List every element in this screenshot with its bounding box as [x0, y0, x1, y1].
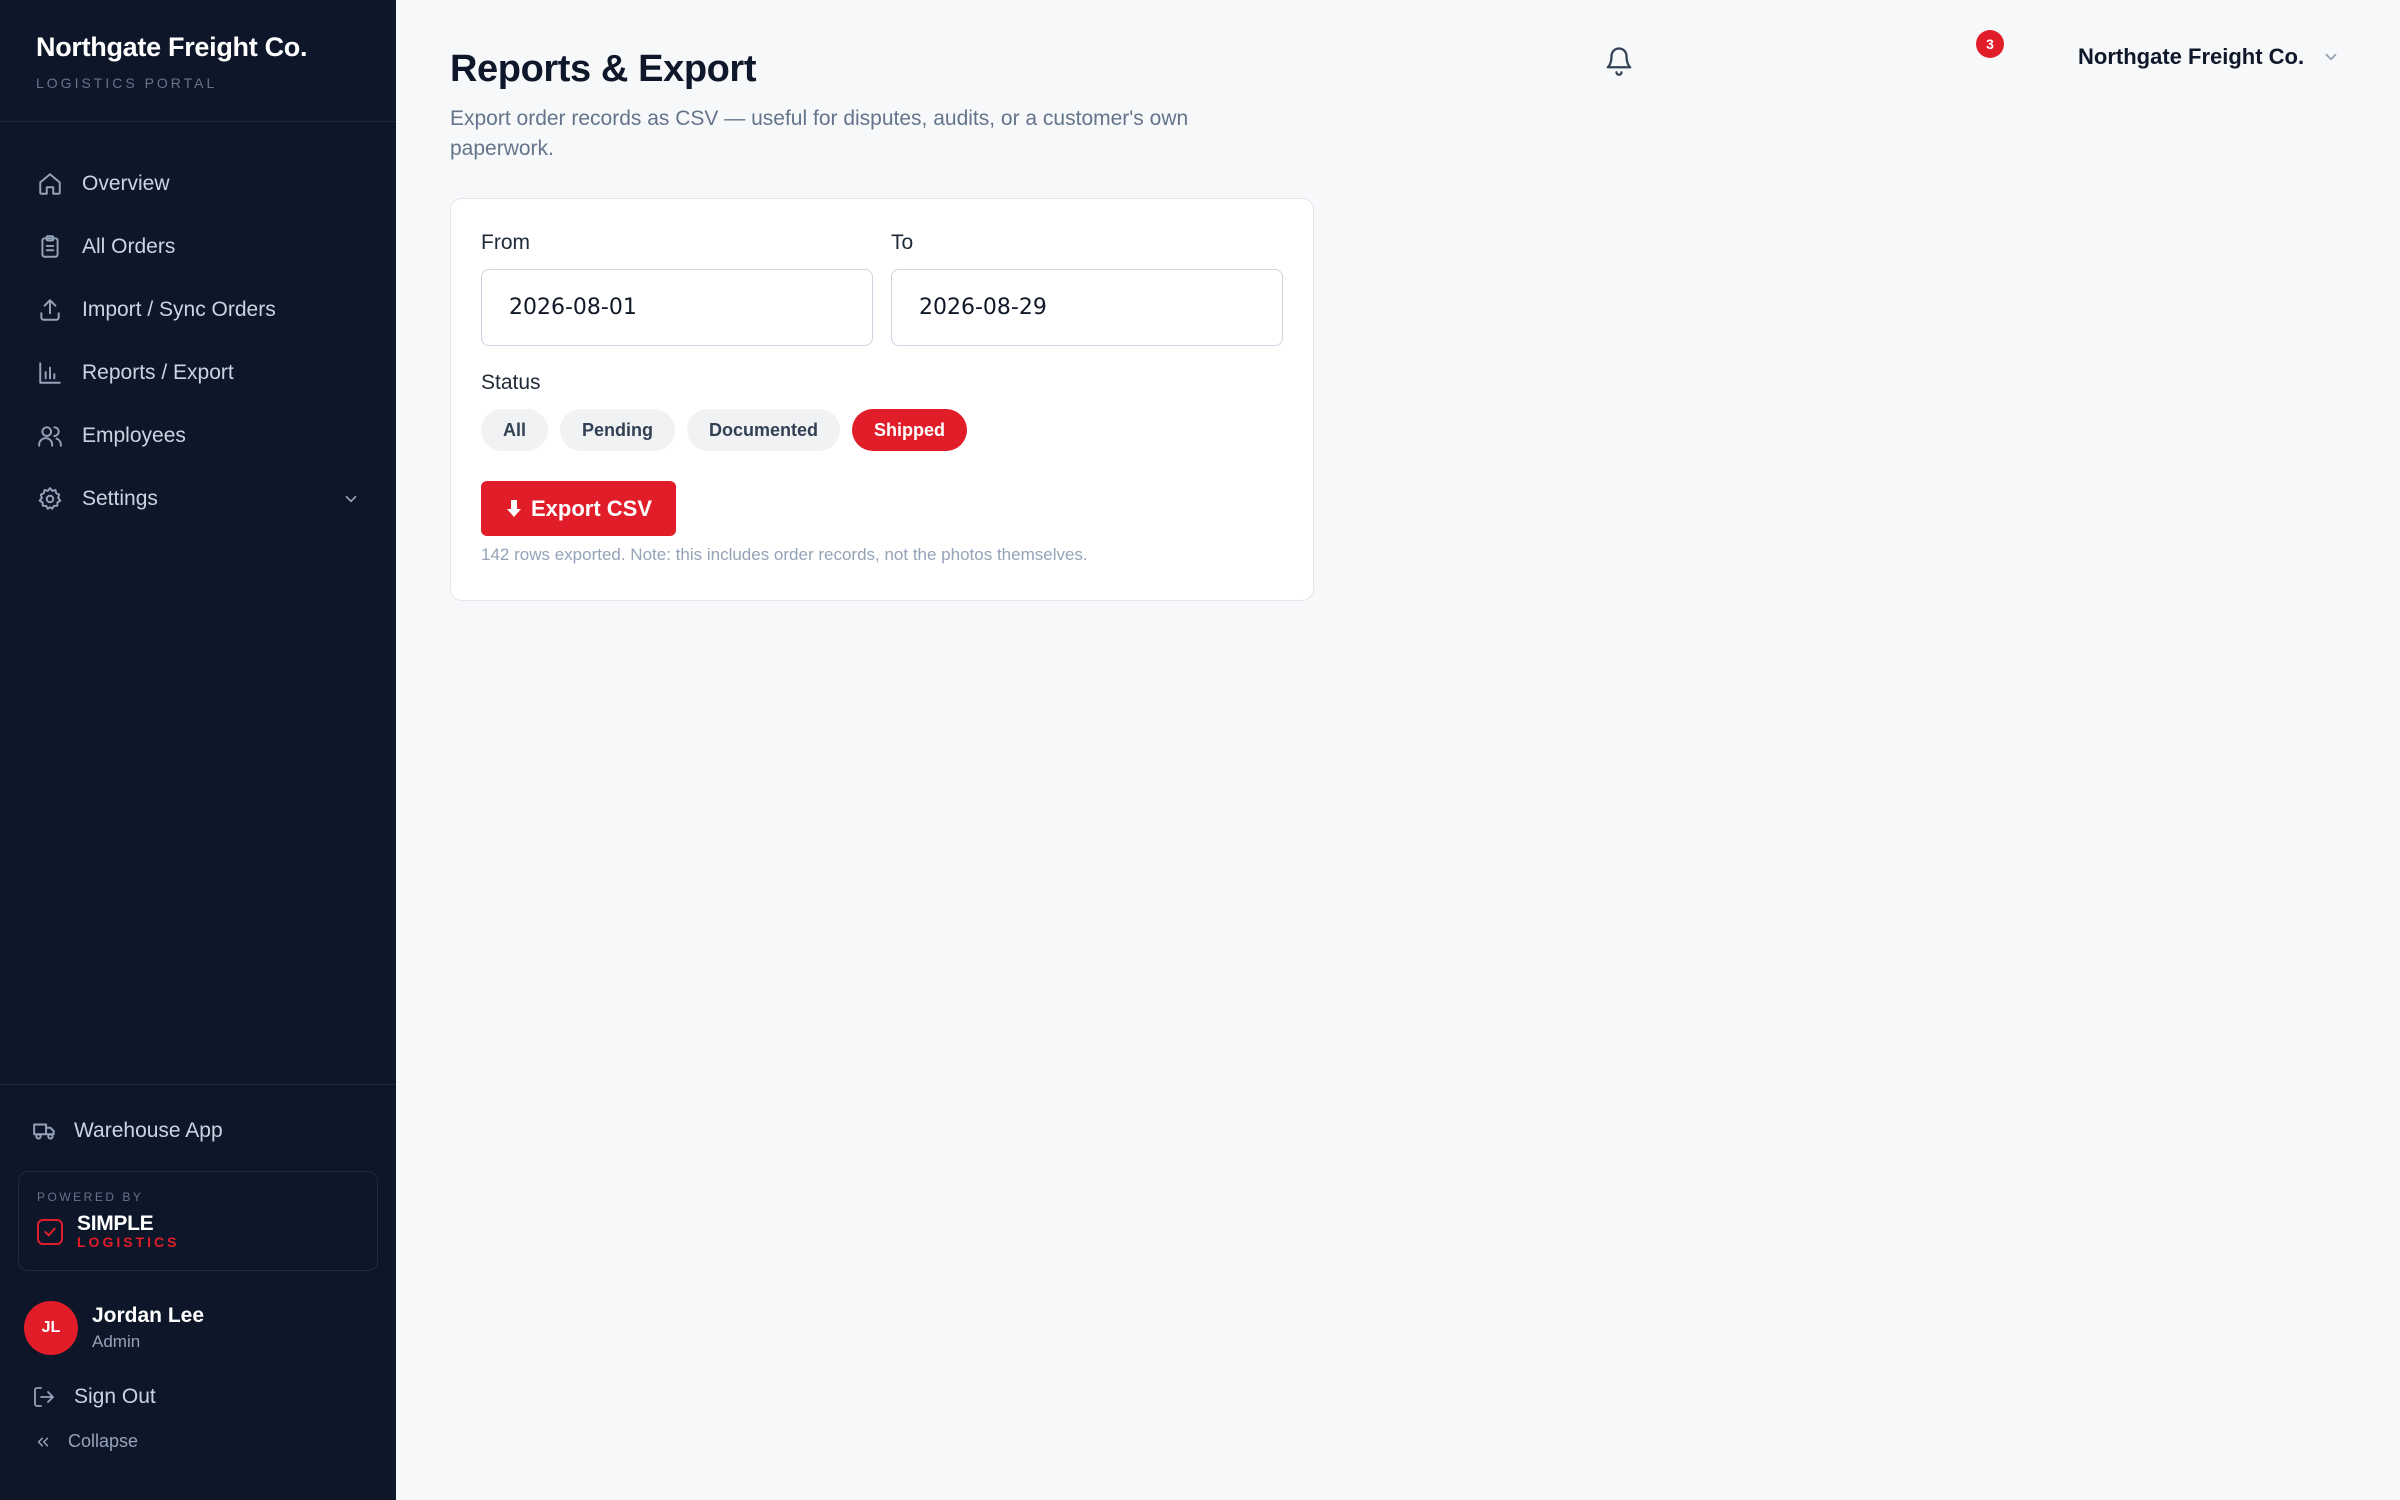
status-label: Status: [481, 371, 541, 394]
brand: Northgate Freight Co. LOGISTICS PORTAL: [0, 0, 396, 122]
sidebar-item-overview[interactable]: Overview: [0, 152, 396, 215]
powered-by-label: POWERED BY: [37, 1190, 144, 1204]
page-title: Reports & Export: [450, 48, 757, 90]
sidebar-item-settings[interactable]: Settings: [0, 467, 396, 530]
sign-out-label: Sign Out: [74, 1385, 156, 1408]
sign-out-icon: [32, 1385, 60, 1409]
export-csv-button[interactable]: Export CSV: [481, 481, 677, 536]
status-chip-all[interactable]: All: [481, 409, 549, 451]
double-chevron-left-icon: [34, 1433, 52, 1451]
collapse-label: Collapse: [68, 1431, 139, 1451]
sidebar-item-label: Overview: [82, 171, 170, 195]
status-chip-pending[interactable]: Pending: [560, 409, 676, 451]
user-role: Admin: [92, 1332, 141, 1351]
sidebar-item-label: Reports / Export: [82, 360, 234, 384]
sidebar-item-label: Settings: [82, 486, 158, 510]
status-chip-shipped[interactable]: Shipped: [852, 409, 968, 451]
avatar: JL: [24, 1301, 78, 1355]
sidebar-footer: Warehouse App POWERED BY SIMPLE LOGISTIC…: [0, 1084, 396, 1500]
clipboard-icon: [36, 233, 64, 261]
collapse-sidebar-button[interactable]: Collapse: [0, 1431, 396, 1452]
export-note: 142 rows exported. Note: this includes o…: [481, 545, 1088, 564]
user-profile[interactable]: JL Jordan Lee Admin: [0, 1301, 396, 1355]
upload-icon: [36, 296, 64, 324]
users-icon: [36, 422, 64, 450]
status-filter: All Pending Documented Shipped: [481, 409, 968, 451]
download-arrow-icon: [505, 498, 523, 520]
warehouse-app-link[interactable]: Warehouse App: [0, 1103, 396, 1159]
sidebar-item-all-orders[interactable]: All Orders: [0, 215, 396, 278]
sidebar-item-label: Import / Sync Orders: [82, 297, 276, 321]
page-description: Export order records as CSV — useful for…: [450, 107, 1189, 160]
user-name: Jordan Lee: [92, 1304, 205, 1327]
notification-badge: 3: [1976, 30, 2004, 58]
sidebar-item-reports-export[interactable]: Reports / Export: [0, 341, 396, 404]
warehouse-app-label: Warehouse App: [74, 1119, 223, 1142]
sidebar-nav: Overview All Orders Import / Sync Orders…: [0, 122, 396, 530]
export-csv-label: Export CSV: [531, 495, 653, 521]
simple-logistics-logo-icon: [37, 1219, 63, 1245]
sidebar-item-label: Employees: [82, 423, 186, 447]
chevron-down-icon: [2322, 48, 2340, 66]
brand-name: Northgate Freight Co.: [36, 32, 308, 62]
org-switcher[interactable]: Northgate Freight Co.: [2078, 44, 2340, 70]
sidebar-item-label: All Orders: [82, 234, 176, 258]
sidebar: Northgate Freight Co. LOGISTICS PORTAL O…: [0, 0, 396, 1500]
from-date-input[interactable]: [481, 269, 873, 346]
notification-bell-icon[interactable]: [1604, 44, 1636, 80]
export-card: From To Status All Pending Documented Sh…: [450, 198, 1314, 601]
sign-out-button[interactable]: Sign Out: [0, 1377, 396, 1417]
chevron-down-icon: [342, 490, 360, 508]
status-chip-documented[interactable]: Documented: [687, 409, 841, 451]
from-label: From: [481, 231, 530, 254]
sidebar-item-import-sync[interactable]: Import / Sync Orders: [0, 278, 396, 341]
logo-simple: SIMPLE: [77, 1212, 154, 1235]
home-icon: [36, 170, 64, 198]
brand-subtitle: LOGISTICS PORTAL: [36, 75, 218, 91]
gear-icon: [36, 485, 64, 513]
logo-logistics: LOGISTICS: [77, 1234, 180, 1250]
to-date-input[interactable]: [891, 269, 1283, 346]
to-label: To: [891, 231, 914, 254]
org-name: Northgate Freight Co.: [2078, 44, 2305, 69]
bar-chart-icon: [36, 359, 64, 387]
truck-icon: [32, 1117, 60, 1145]
sidebar-item-employees[interactable]: Employees: [0, 404, 396, 467]
powered-by-box: POWERED BY SIMPLE LOGISTICS: [18, 1171, 378, 1271]
